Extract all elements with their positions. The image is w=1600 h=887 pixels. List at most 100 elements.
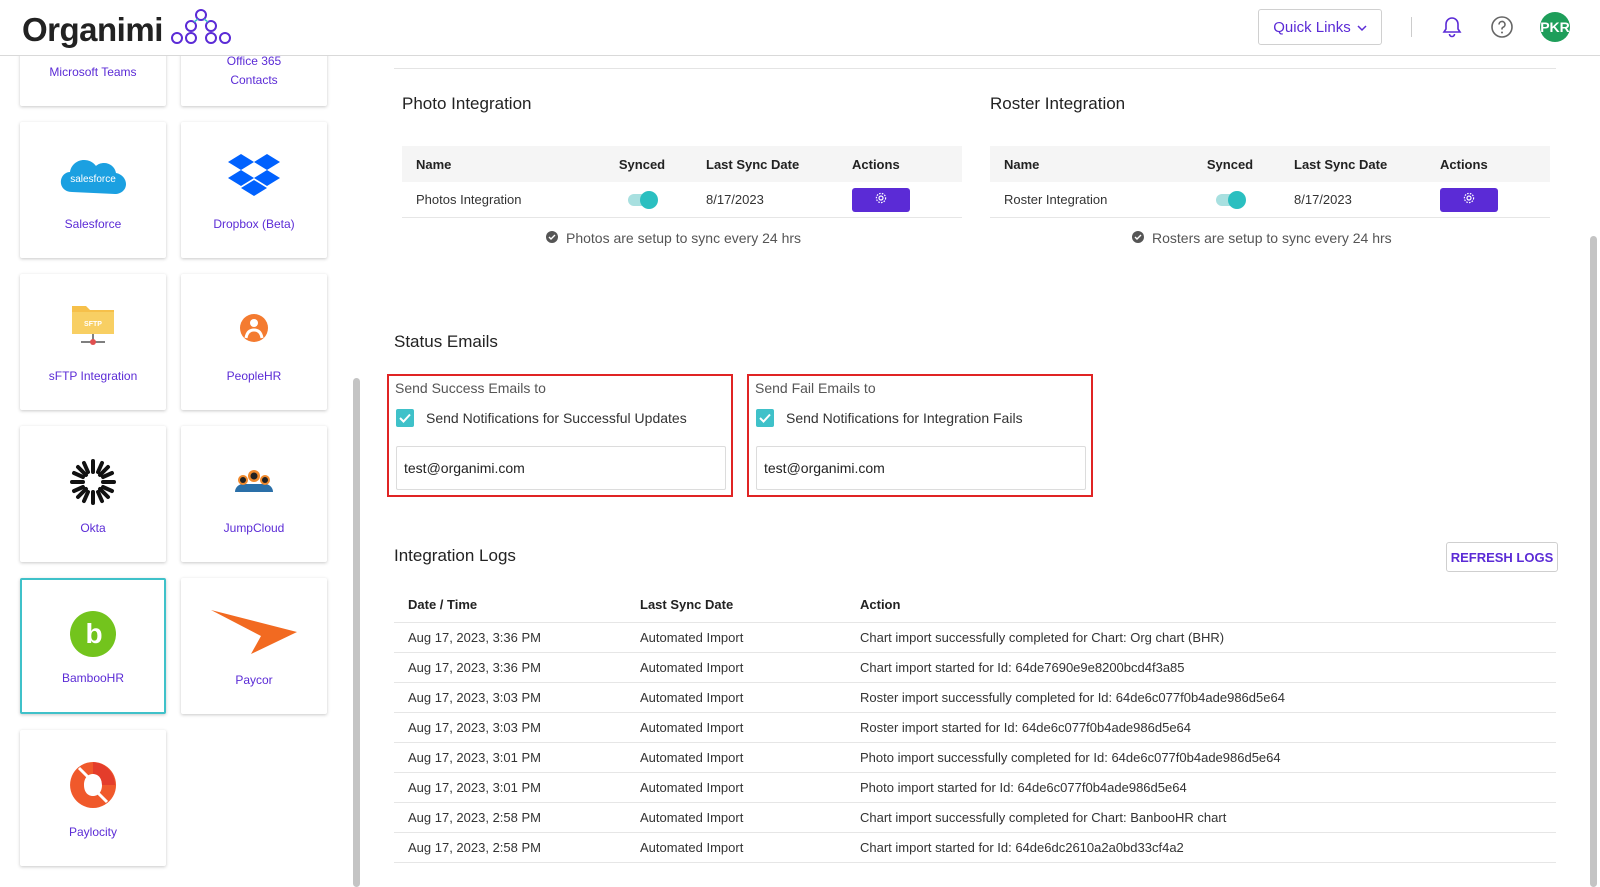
integration-name: Photos Integration [416,192,522,207]
column-header-last-sync: Last Sync Date [1294,156,1388,172]
integration-logs-title: Integration Logs [394,546,516,565]
log-type: Automated Import [640,810,744,825]
bell-icon[interactable] [1442,16,1462,43]
photo-integration-title: Photo Integration [402,94,532,113]
table-row: Aug 17, 2023, 3:36 PM Automated Import C… [394,653,1556,683]
roster-integration-table: Name Synced Last Sync Date Actions Roste… [990,146,1550,218]
column-header-synced: Synced [1206,156,1254,172]
integration-card-sftp[interactable]: SFTP sFTP Integration [20,274,166,410]
organimi-logo[interactable]: Organimi [22,8,233,51]
roster-sync-note: Rosters are setup to sync every 24 hrs [1132,230,1392,246]
check-circle-icon [1132,230,1144,246]
card-label: JumpCloud [223,521,285,535]
main-scrollbar[interactable] [1590,236,1597,887]
fail-notification-checkbox[interactable] [756,409,774,427]
table-header: Name Synced Last Sync Date Actions [402,146,962,182]
fail-notification-label: Send Notifications for Integration Fails [786,410,1023,426]
success-notification-checkbox-row[interactable]: Send Notifications for Successful Update… [396,409,687,427]
fail-email-group: Send Fail Emails to Send Notifications f… [747,374,1093,497]
card-label: Dropbox (Beta) [213,217,295,231]
integration-card-peoplehr[interactable]: PeopleHR [181,274,327,410]
log-action: Photo import started for Id: 64de6c077f0… [860,780,1187,795]
refresh-logs-button[interactable]: REFRESH LOGS [1446,542,1558,572]
table-row: Aug 17, 2023, 3:36 PM Automated Import C… [394,623,1556,653]
log-type: Automated Import [640,720,744,735]
table-header: Date / Time Last Sync Date Action [394,587,1556,623]
org-chart-logo-icon [169,8,233,51]
table-row: Aug 17, 2023, 2:58 PM Automated Import C… [394,833,1556,863]
success-email-input[interactable]: test@organimi.com [396,446,726,490]
help-icon[interactable] [1490,15,1514,44]
log-action: Chart import successfully completed for … [860,630,1225,645]
card-label: Paylocity [68,825,118,839]
dropbox-icon [181,152,327,196]
photo-sync-note: Photos are setup to sync every 24 hrs [546,230,801,246]
settings-button[interactable] [1440,187,1498,212]
integration-logs-table: Date / Time Last Sync Date Action Aug 17… [394,587,1556,863]
column-header-last-sync: Last Sync Date [706,156,800,172]
gear-icon [875,192,887,207]
card-label: sFTP Integration [48,369,138,383]
log-action: Chart import successfully completed for … [860,810,1227,825]
log-type: Automated Import [640,840,744,855]
chevron-down-icon [1357,19,1367,36]
log-date: Aug 17, 2023, 3:01 PM [408,780,541,795]
integration-card-paycor[interactable]: Paycor [181,578,327,714]
integration-card-dropbox[interactable]: Dropbox (Beta) [181,122,327,258]
card-label: PeopleHR [226,369,282,383]
log-action: Roster import started for Id: 64de6c077f… [860,720,1192,735]
bamboohr-icon: b [22,610,164,658]
fail-email-caption: Send Fail Emails to [755,380,876,396]
photo-integration-table: Name Synced Last Sync Date Actions Photo… [402,146,962,218]
column-header-date-time: Date / Time [408,597,478,612]
success-notification-label: Send Notifications for Successful Update… [426,410,687,426]
log-action: Chart import started for Id: 64de6dc2610… [860,840,1184,855]
table-row: Photos Integration 8/17/2023 [402,182,962,218]
sftp-folder-icon: SFTP [20,300,166,348]
log-action: Roster import successfully completed for… [860,690,1285,705]
table-row: Aug 17, 2023, 3:03 PM Automated Import R… [394,713,1556,743]
log-type: Automated Import [640,780,744,795]
section-divider [394,68,1556,69]
card-label: BambooHR [61,671,125,685]
peoplehr-icon [181,312,327,346]
integration-card-microsoft-teams[interactable]: Microsoft Teams [20,56,166,106]
card-label: Office 365 Contacts [226,56,282,87]
quick-links-dropdown[interactable]: Quick Links [1258,9,1382,45]
salesforce-icon: salesforce [20,152,166,200]
card-label: Paycor [235,673,273,687]
integration-card-bamboohr[interactable]: b BambooHR [20,578,166,714]
log-date: Aug 17, 2023, 3:03 PM [408,690,541,705]
log-action: Chart import started for Id: 64de7690e9e… [860,660,1185,675]
success-notification-checkbox[interactable] [396,409,414,427]
integration-card-paylocity[interactable]: Paylocity [20,730,166,866]
log-action: Photo import successfully completed for … [860,750,1281,765]
log-type: Automated Import [640,690,744,705]
check-circle-icon [546,230,558,246]
user-avatar[interactable]: PKR [1540,12,1570,42]
app-header: Organimi Quick Links PKR [0,0,1600,56]
synced-toggle[interactable] [1216,190,1246,209]
paycor-icon [181,606,327,656]
logo-text: Organimi [22,10,163,48]
fail-email-input[interactable]: test@organimi.com [756,446,1086,490]
log-type: Automated Import [640,750,744,765]
column-header-last-sync: Last Sync Date [640,597,734,612]
column-header-synced: Synced [618,156,666,172]
roster-integration-title: Roster Integration [990,94,1126,113]
integration-card-salesforce[interactable]: salesforce Salesforce [20,122,166,258]
integration-card-office-365[interactable]: Office 365 Contacts [181,56,327,106]
success-email-caption: Send Success Emails to [395,380,546,396]
table-row: Aug 17, 2023, 2:58 PM Automated Import C… [394,803,1556,833]
synced-toggle[interactable] [628,190,658,209]
integration-card-okta[interactable]: Okta [20,426,166,562]
table-row: Roster Integration 8/17/2023 [990,182,1550,218]
column-header-action: Action [860,597,901,612]
column-header-actions: Actions [852,156,900,172]
integration-card-jumpcloud[interactable]: JumpCloud [181,426,327,562]
jumpcloud-icon [181,468,327,494]
sidebar-scrollbar[interactable] [353,378,360,887]
fail-notification-checkbox-row[interactable]: Send Notifications for Integration Fails [756,409,1023,427]
settings-button[interactable] [852,187,910,212]
svg-text:b: b [85,618,102,649]
